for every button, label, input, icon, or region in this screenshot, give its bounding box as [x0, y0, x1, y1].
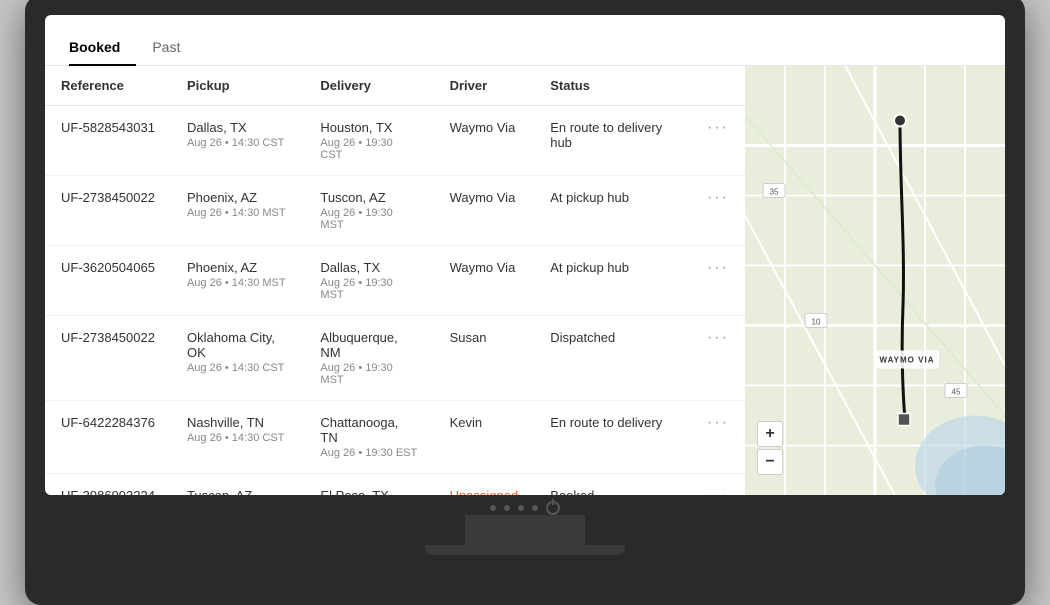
svg-text:10: 10: [812, 318, 821, 327]
content-area: Reference Pickup Delivery Driver Status …: [45, 66, 1005, 495]
cell-status: At pickup hub: [534, 176, 691, 246]
indicator-dot-4: [532, 505, 538, 511]
cell-driver: Waymo Via: [434, 176, 535, 246]
tab-past[interactable]: Past: [152, 31, 196, 65]
table-header-row: Reference Pickup Delivery Driver Status: [45, 66, 745, 106]
cell-driver: Waymo Via: [434, 246, 535, 316]
screen: Booked Past Reference Pickup Delive: [45, 15, 1005, 495]
cell-driver: Waymo Via: [434, 106, 535, 176]
more-options-button[interactable]: ···: [707, 329, 729, 346]
cell-pickup: Tuscon, AZ Aug 26 • 14:30 MST: [171, 474, 304, 496]
indicator-dot-3: [518, 505, 524, 511]
cell-ref: UF-3986993224: [45, 474, 171, 496]
cell-more: ···: [691, 401, 745, 474]
indicator-dot-2: [504, 505, 510, 511]
svg-text:45: 45: [952, 388, 961, 397]
map-controls: + −: [757, 421, 783, 475]
table-row[interactable]: UF-3620504065 Phoenix, AZ Aug 26 • 14:30…: [45, 246, 745, 316]
cell-driver: Unassigned: [434, 474, 535, 496]
map-container: WAYMO VIA 35 10 45: [745, 66, 1005, 495]
more-options-button[interactable]: ···: [707, 259, 729, 276]
monitor-base: [425, 545, 625, 555]
monitor: Booked Past Reference Pickup Delive: [25, 0, 1025, 605]
more-options-button[interactable]: ···: [707, 414, 729, 431]
cell-ref: UF-2738450022: [45, 316, 171, 401]
zoom-out-button[interactable]: −: [757, 449, 783, 475]
map-section: WAYMO VIA 35 10 45: [745, 66, 1005, 495]
more-options-button[interactable]: ···: [707, 487, 729, 495]
cell-pickup: Phoenix, AZ Aug 26 • 14:30 MST: [171, 176, 304, 246]
col-driver: Driver: [434, 66, 535, 106]
cell-status: Booked: [534, 474, 691, 496]
cell-more: ···: [691, 176, 745, 246]
table-row[interactable]: UF-3986993224 Tuscon, AZ Aug 26 • 14:30 …: [45, 474, 745, 496]
cell-delivery: El Paso, TX Aug 26 • 19:30 MST: [304, 474, 433, 496]
tab-booked[interactable]: Booked: [69, 31, 136, 65]
cell-ref: UF-5828543031: [45, 106, 171, 176]
map-svg: WAYMO VIA 35 10 45: [745, 66, 1005, 495]
table-row[interactable]: UF-2738450022 Oklahoma City, OK Aug 26 •…: [45, 316, 745, 401]
col-status: Status: [534, 66, 691, 106]
tabs-bar: Booked Past: [45, 15, 1005, 66]
cell-pickup: Oklahoma City, OK Aug 26 • 14:30 CST: [171, 316, 304, 401]
cell-status: En route to delivery hub: [534, 106, 691, 176]
col-reference: Reference: [45, 66, 171, 106]
cell-delivery: Tuscon, AZ Aug 26 • 19:30 MST: [304, 176, 433, 246]
bookings-table: Reference Pickup Delivery Driver Status …: [45, 66, 745, 495]
cell-ref: UF-2738450022: [45, 176, 171, 246]
table-row[interactable]: UF-2738450022 Phoenix, AZ Aug 26 • 14:30…: [45, 176, 745, 246]
cell-pickup: Nashville, TN Aug 26 • 14:30 CST: [171, 401, 304, 474]
cell-status: Dispatched: [534, 316, 691, 401]
cell-status: At pickup hub: [534, 246, 691, 316]
cell-pickup: Dallas, TX Aug 26 • 14:30 CST: [171, 106, 304, 176]
cell-more: ···: [691, 246, 745, 316]
monitor-bottom-bar: [490, 495, 560, 515]
col-delivery: Delivery: [304, 66, 433, 106]
cell-more: ···: [691, 474, 745, 496]
table-section: Reference Pickup Delivery Driver Status …: [45, 66, 745, 495]
cell-driver: Susan: [434, 316, 535, 401]
cell-pickup: Phoenix, AZ Aug 26 • 14:30 MST: [171, 246, 304, 316]
cell-delivery: Houston, TX Aug 26 • 19:30 CST: [304, 106, 433, 176]
col-pickup: Pickup: [171, 66, 304, 106]
power-button[interactable]: [546, 501, 560, 515]
indicator-dot-1: [490, 505, 496, 511]
table-row[interactable]: UF-5828543031 Dallas, TX Aug 26 • 14:30 …: [45, 106, 745, 176]
cell-more: ···: [691, 106, 745, 176]
monitor-stand: [465, 515, 585, 545]
col-actions: [691, 66, 745, 106]
cell-delivery: Dallas, TX Aug 26 • 19:30 MST: [304, 246, 433, 316]
cell-ref: UF-6422284376: [45, 401, 171, 474]
cell-driver: Kevin: [434, 401, 535, 474]
svg-text:35: 35: [770, 188, 779, 197]
more-options-button[interactable]: ···: [707, 189, 729, 206]
zoom-in-button[interactable]: +: [757, 421, 783, 447]
cell-delivery: Albuquerque, NM Aug 26 • 19:30 MST: [304, 316, 433, 401]
app: Booked Past Reference Pickup Delive: [45, 15, 1005, 495]
cell-ref: UF-3620504065: [45, 246, 171, 316]
cell-status: En route to delivery: [534, 401, 691, 474]
svg-text:WAYMO VIA: WAYMO VIA: [880, 356, 935, 365]
cell-delivery: Chattanooga, TN Aug 26 • 19:30 EST: [304, 401, 433, 474]
table-row[interactable]: UF-6422284376 Nashville, TN Aug 26 • 14:…: [45, 401, 745, 474]
more-options-button[interactable]: ···: [707, 119, 729, 136]
cell-more: ···: [691, 316, 745, 401]
